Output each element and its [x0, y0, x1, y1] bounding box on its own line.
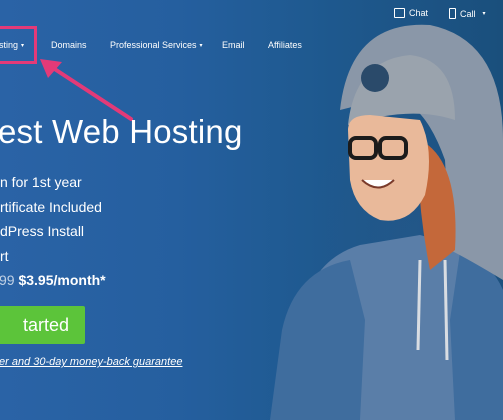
nav-item-email[interactable]: Email: [222, 40, 245, 50]
guarantee-link[interactable]: er and 30-day money-back guarantee: [0, 356, 182, 368]
chat-link[interactable]: Chat: [394, 8, 428, 18]
chevron-down-icon: ▾: [482, 11, 486, 17]
chat-bubble-icon: [394, 8, 405, 18]
phone-icon: [449, 8, 456, 19]
feature-list: n for 1st year rtificate Included dPress…: [0, 170, 102, 268]
hero-photo: [270, 24, 503, 420]
chevron-down-icon: ▾: [199, 43, 203, 50]
price: 99 $3.95/month*: [0, 272, 106, 288]
nav-item-label: Domains: [51, 40, 87, 50]
feature-item: n for 1st year: [0, 174, 82, 190]
get-started-button[interactable]: tarted: [0, 306, 85, 344]
cta-label: tarted: [22, 314, 69, 335]
chat-label: Chat: [409, 8, 429, 18]
new-price: $3.95/month*: [18, 272, 106, 288]
old-price: 99: [0, 272, 15, 288]
feature-item: rtificate Included: [0, 198, 102, 215]
hero-title: est Web Hosting: [0, 113, 243, 150]
nav-item-label: Email: [222, 40, 245, 50]
feature-item: dPress Install: [0, 223, 85, 239]
highlight-box: [0, 26, 37, 64]
call-label: Call: [460, 8, 476, 19]
feature-item: rt: [0, 247, 9, 264]
call-link[interactable]: Call ▾: [449, 8, 486, 19]
nav-item-professional-services[interactable]: Professional Services ▾: [110, 40, 203, 50]
nav-item-domains[interactable]: Domains: [51, 40, 87, 50]
nav-item-label: Professional Services: [110, 40, 197, 50]
